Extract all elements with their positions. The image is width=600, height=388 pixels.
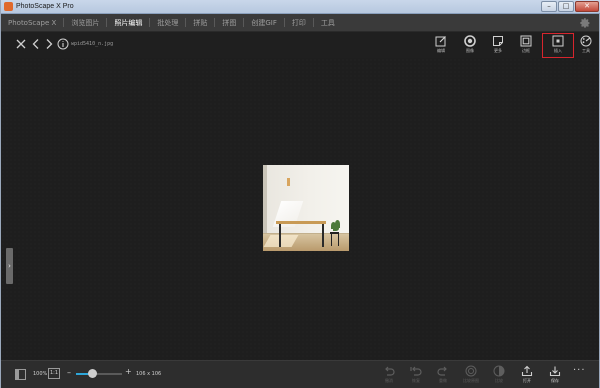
- tool-filter[interactable]: 图像: [459, 35, 481, 57]
- undo-all-label: 恢复: [412, 378, 420, 383]
- compare2-icon: [493, 365, 505, 377]
- title-bar: PhotoScape X Pro – □ ✕: [1, 0, 600, 14]
- open-label: 打开: [523, 378, 531, 383]
- photo-table-leg: [279, 224, 281, 247]
- zoom-in-button[interactable]: +: [125, 367, 132, 376]
- redo-icon: [437, 366, 447, 376]
- file-name: wpid5410_n.jpg: [71, 41, 114, 47]
- edit-icon: [435, 36, 446, 47]
- zoom-percent[interactable]: 100%: [33, 371, 47, 377]
- undo-label: 撤消: [385, 378, 393, 383]
- panel-toggle-icon[interactable]: [15, 369, 26, 380]
- tool-label: 编辑: [437, 48, 445, 53]
- maximize-button[interactable]: □: [558, 1, 574, 12]
- save-button[interactable]: 保存: [544, 365, 566, 387]
- photo-plant-leaf: [333, 226, 339, 231]
- filter-icon: [464, 35, 476, 47]
- chevron-left-icon[interactable]: [30, 38, 42, 50]
- chevron-right-icon[interactable]: [43, 38, 55, 50]
- menu-editor[interactable]: 照片编辑: [107, 14, 149, 32]
- side-panel-toggle[interactable]: ›: [6, 248, 13, 284]
- app-window: PhotoScape X Pro – □ ✕ PhotoScape X 浏览图片…: [0, 0, 600, 388]
- actual-size-button[interactable]: 1:1: [48, 368, 60, 379]
- photo-wall-hanging: [287, 178, 290, 186]
- save-label: 保存: [551, 378, 559, 383]
- zoom-out-button[interactable]: –: [67, 368, 71, 377]
- save-icon: [549, 366, 561, 377]
- status-bar: 100% 1:1 – + 106 x 106 撤消 恢复 重做 比较原图 比较 …: [1, 360, 599, 388]
- undo-all-icon: [410, 366, 422, 376]
- close-icon[interactable]: [15, 38, 27, 50]
- open-icon: [521, 365, 533, 377]
- compare-button[interactable]: 比较: [488, 365, 510, 387]
- insert-highlight: [542, 33, 574, 58]
- undo-button[interactable]: 撤消: [378, 365, 400, 387]
- redo-button[interactable]: 重做: [432, 365, 454, 387]
- gear-icon[interactable]: [579, 17, 591, 29]
- menu-batch[interactable]: 批处理: [150, 14, 185, 32]
- photo-stand-leg: [338, 234, 339, 246]
- menu-create-gif[interactable]: 创建GIF: [244, 14, 284, 32]
- window-title: PhotoScape X Pro: [16, 3, 74, 10]
- tool-edit[interactable]: 编辑: [430, 35, 452, 57]
- info-icon[interactable]: [57, 38, 69, 50]
- menu-photoscape[interactable]: PhotoScape X: [1, 14, 63, 32]
- minimize-button[interactable]: –: [541, 1, 557, 12]
- tool-frame[interactable]: 边框: [515, 35, 537, 57]
- menu-viewer[interactable]: 浏览图片: [64, 14, 106, 32]
- photo-stand-leg: [331, 234, 332, 246]
- menu-print[interactable]: 打印: [285, 14, 313, 32]
- tool-label: 工具: [582, 48, 590, 53]
- edited-photo[interactable]: [263, 165, 349, 251]
- close-button[interactable]: ✕: [575, 1, 599, 12]
- palette-icon: [580, 35, 592, 47]
- main-menu: PhotoScape X 浏览图片 照片编辑 批处理 拼贴 拼图 创建GIF 打…: [1, 14, 599, 32]
- compare-icon: [465, 365, 477, 377]
- frame-icon: [520, 35, 532, 47]
- more-icon: [493, 36, 503, 46]
- tool-label: 更多: [494, 48, 502, 53]
- image-dimensions: 106 x 106: [136, 371, 162, 377]
- undo-icon: [385, 366, 395, 376]
- compare-original-button[interactable]: 比较原图: [460, 365, 482, 387]
- photo-table-top: [276, 221, 326, 224]
- tool-label: 边框: [522, 48, 530, 53]
- menu-collage[interactable]: 拼贴: [186, 14, 214, 32]
- undo-all-button[interactable]: 恢复: [405, 365, 427, 387]
- tool-palette[interactable]: 工具: [575, 35, 597, 57]
- more-options-button[interactable]: ···: [573, 365, 586, 376]
- tool-more[interactable]: 更多: [487, 35, 509, 57]
- zoom-slider-knob[interactable]: [88, 369, 98, 378]
- redo-label: 重做: [439, 378, 447, 383]
- window-controls: – □ ✕: [541, 1, 599, 12]
- menu-combine[interactable]: 拼图: [215, 14, 243, 32]
- app-icon: [4, 2, 13, 11]
- menu-tools[interactable]: 工具: [314, 14, 342, 32]
- photo-table-leg: [322, 224, 324, 247]
- compare-original-label: 比较原图: [463, 378, 479, 383]
- open-button[interactable]: 打开: [516, 365, 538, 387]
- tool-label: 图像: [466, 48, 474, 53]
- compare-label: 比较: [495, 378, 503, 383]
- zoom-slider[interactable]: [76, 369, 122, 378]
- editor-toolbar: wpid5410_n.jpg 编辑 图像 更多 边框 插入 工具: [1, 32, 599, 58]
